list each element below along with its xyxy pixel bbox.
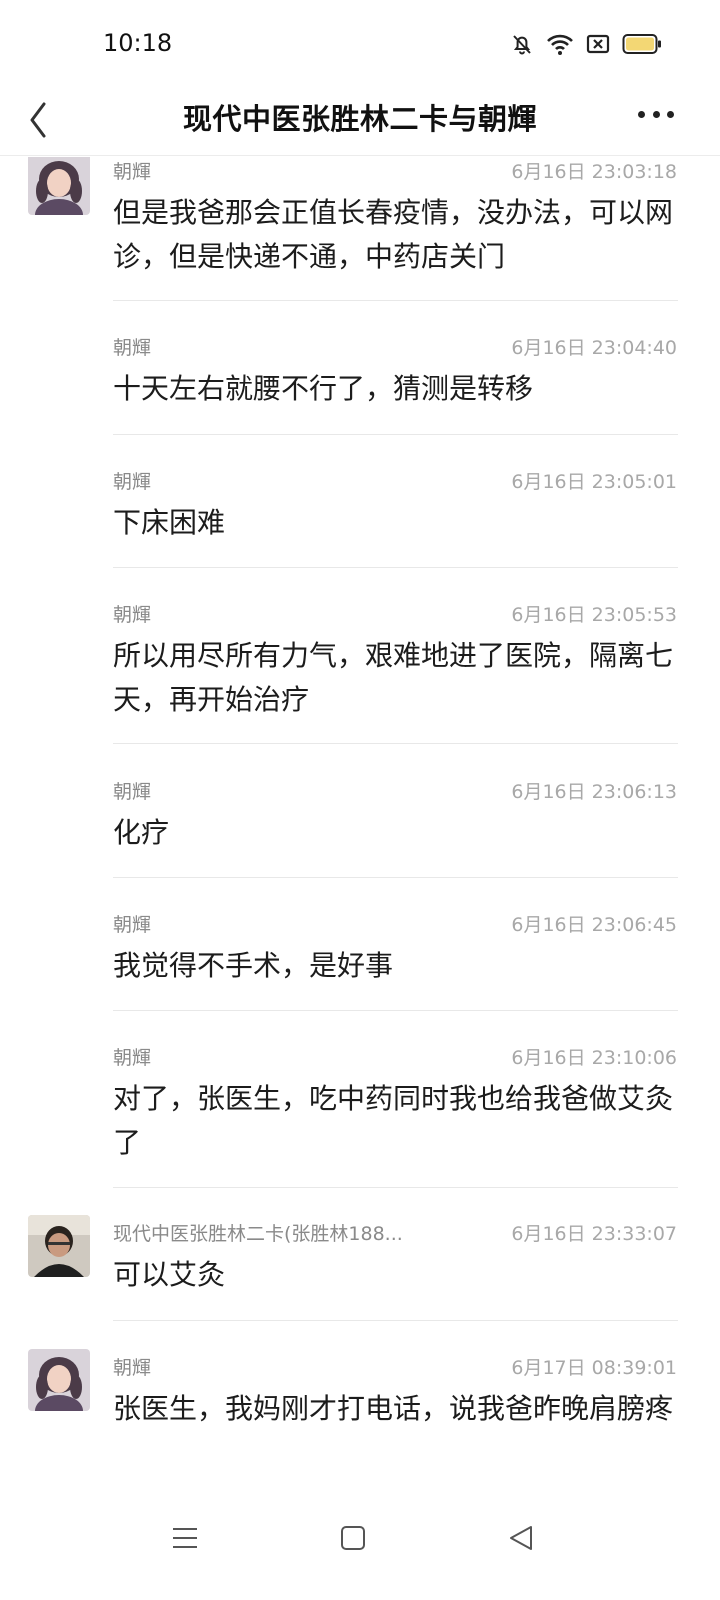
system-nav-bar <box>0 1487 720 1600</box>
sender-name: 朝輝 <box>113 1047 152 1069</box>
bell-off-icon <box>510 32 534 56</box>
message-time: 6月16日 23:04:40 <box>511 337 677 359</box>
menu-icon <box>173 1528 197 1548</box>
avatar[interactable] <box>28 1349 90 1411</box>
divider <box>113 1010 678 1011</box>
sender-name: 朝輝 <box>113 337 152 359</box>
sender-name: 朝輝 <box>113 1357 152 1379</box>
divider <box>113 743 678 744</box>
home-square-icon <box>341 1526 365 1550</box>
divider <box>113 300 678 301</box>
sender-name: 朝輝 <box>113 781 152 803</box>
nav-home-button[interactable] <box>340 1525 366 1555</box>
nav-back-button[interactable] <box>508 1525 534 1555</box>
page-title: 现代中医张胜林二卡与朝輝 <box>182 102 537 136</box>
divider <box>113 434 678 435</box>
status-time: 10:18 <box>103 29 173 57</box>
more-button[interactable] <box>638 106 674 122</box>
sender-name: 朝輝 <box>113 161 152 183</box>
message-time: 6月16日 23:05:01 <box>511 471 677 493</box>
message-text: 可以艾灸 <box>113 1258 226 1291</box>
divider <box>113 567 678 568</box>
message-time: 6月16日 23:10:06 <box>511 1047 677 1069</box>
avatar[interactable] <box>28 1215 90 1277</box>
more-dots-icon <box>638 110 645 118</box>
message-text: 对了，张医生，吃中药同时我也给我爸做艾灸了 <box>113 1082 674 1159</box>
message-text: 化疗 <box>113 816 170 849</box>
chat-header: 现代中医张胜林二卡与朝輝 <box>0 88 720 156</box>
divider <box>113 1320 678 1321</box>
sender-name: 朝輝 <box>113 604 152 626</box>
sender-name: 朝輝 <box>113 914 152 936</box>
message-time: 6月16日 23:06:13 <box>511 781 677 803</box>
message-text: 所以用尽所有力气，艰难地进了医院，隔离七天，再开始治疗 <box>113 639 674 716</box>
status-bar: 10:18 <box>0 0 720 88</box>
message-time: 6月16日 23:33:07 <box>511 1223 677 1245</box>
message-text: 张医生，我妈刚才打电话，说我爸昨晚肩膀疼 <box>113 1392 674 1425</box>
message-text: 但是我爸那会正值长春疫情，没办法，可以网诊，但是快递不通，中药店关门 <box>113 196 674 273</box>
sim-x-icon <box>586 33 610 55</box>
divider <box>113 1187 678 1188</box>
message-time: 6月16日 23:06:45 <box>511 914 677 936</box>
back-triangle-icon <box>510 1526 532 1550</box>
divider <box>113 877 678 878</box>
message-time: 6月16日 23:03:18 <box>511 161 677 183</box>
status-icons <box>510 30 662 58</box>
wifi-icon <box>546 32 574 56</box>
nav-menu-button[interactable] <box>172 1525 198 1555</box>
message-time: 6月17日 08:39:01 <box>511 1357 677 1379</box>
message-list[interactable]: 朝輝 6月16日 23:03:18 但是我爸那会正值长春疫情，没办法，可以网诊，… <box>0 157 720 1487</box>
battery-icon <box>622 33 662 55</box>
avatar[interactable] <box>28 157 90 215</box>
message-time: 6月16日 23:05:53 <box>511 604 677 626</box>
sender-name: 朝輝 <box>113 471 152 493</box>
message-text: 我觉得不手术，是好事 <box>113 949 394 982</box>
message-text: 下床困难 <box>113 506 226 539</box>
message-text: 十天左右就腰不行了，猜测是转移 <box>113 372 534 405</box>
sender-name: 现代中医张胜林二卡(张胜林188... <box>113 1223 403 1245</box>
